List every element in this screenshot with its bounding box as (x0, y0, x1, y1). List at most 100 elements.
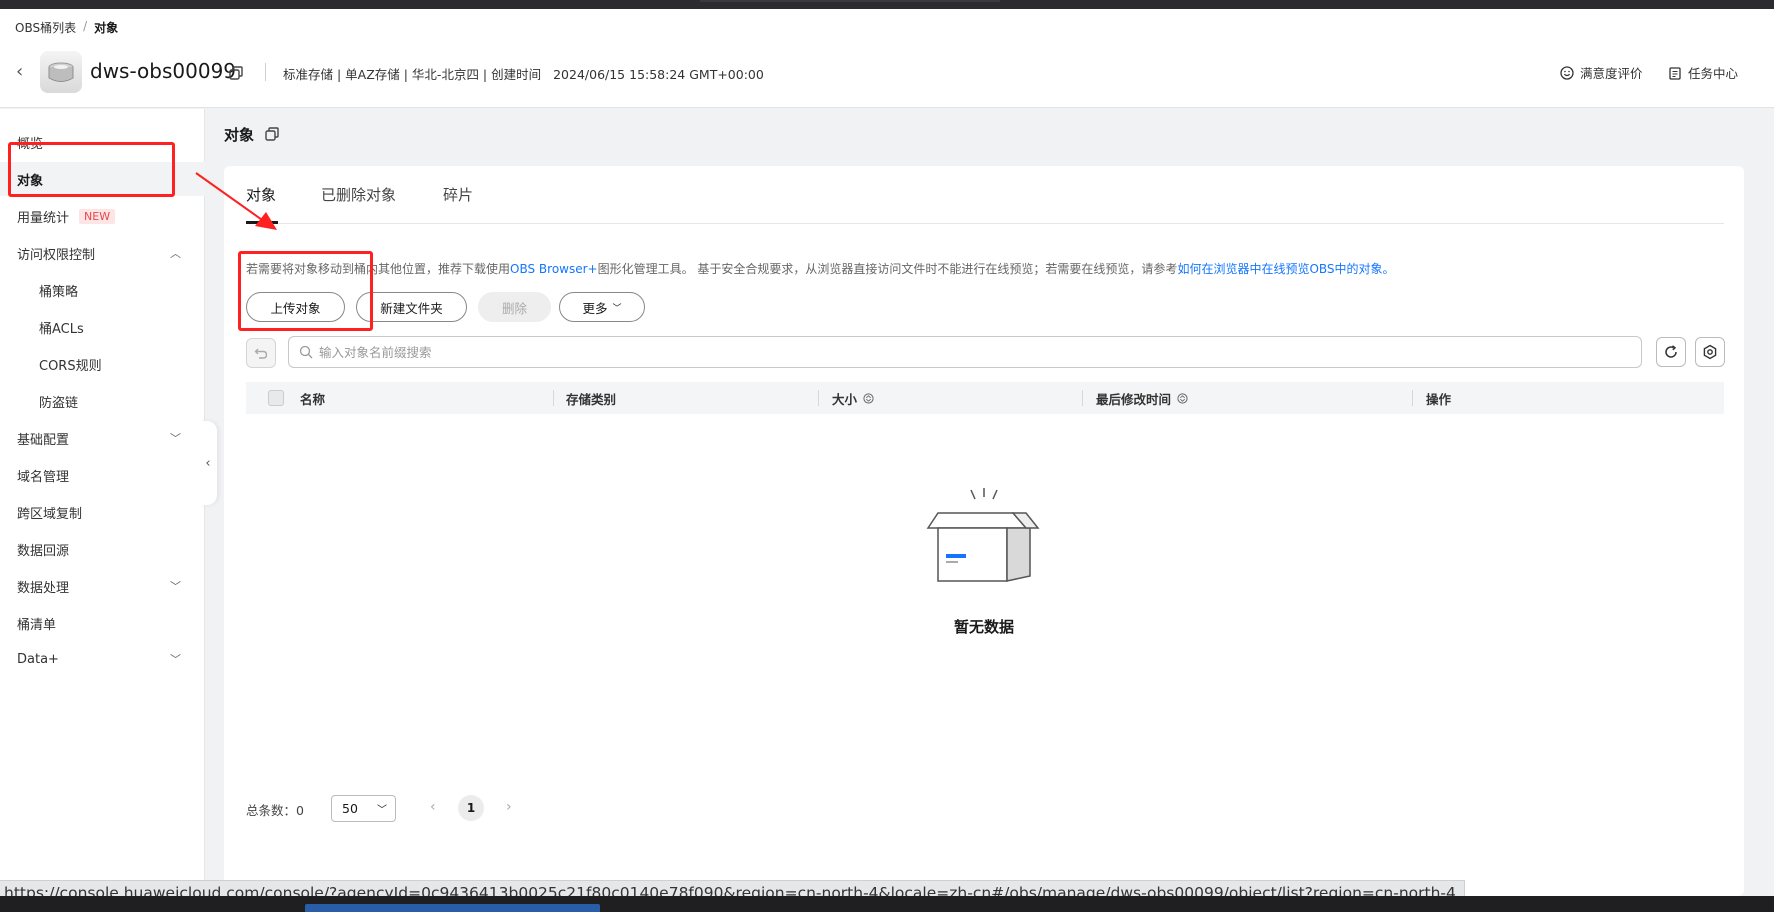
chevron-down-icon: ﹀ (377, 805, 387, 816)
next-page-icon[interactable]: › (506, 799, 512, 815)
bucket-name-title: dws-obs00099 (90, 59, 237, 83)
sidebar-item-label: 桶ACLs (39, 321, 84, 337)
notice-prefix: 若需要将对象移动到桶内其他位置，推荐下载使用 (246, 262, 511, 276)
tab-fragments[interactable]: 碎片 (443, 184, 473, 205)
bucket-meta-text: 标准存储 | 单AZ存储 | 华北-北京四 | 创建时间 (283, 67, 542, 82)
column-header-operation: 操作 (1426, 382, 1451, 414)
chevron-up-icon: ︿ (170, 247, 181, 260)
sidebar-item-bucket-acls[interactable]: 桶ACLs (0, 310, 205, 344)
more-label: 更多 (582, 300, 608, 316)
sidebar-collapse-handle[interactable]: ‹ (199, 421, 217, 505)
search-icon (299, 345, 313, 359)
table-header: 名称 存储类别 大小 最后修改时间 操作 (246, 382, 1724, 414)
back-arrow-icon[interactable]: ‹ (16, 63, 30, 81)
new-folder-label: 新建文件夹 (380, 300, 443, 316)
breadcrumb-separator: / (83, 19, 88, 33)
delete-button[interactable]: 删除 (478, 292, 551, 322)
preview-help-link[interactable]: 如何在浏览器中在线预览OBS中的对象。 (1177, 262, 1394, 276)
sidebar-item-access-control[interactable]: 访问权限控制 ︿ (0, 236, 205, 270)
total-count: 总条数：0 (246, 802, 304, 818)
sidebar-item-back-to-source[interactable]: 数据回源 (0, 532, 205, 566)
sidebar-item-data-plus[interactable]: Data+ ﹀ (0, 642, 205, 676)
browser-top-strip (0, 0, 1774, 9)
column-label: 操作 (1426, 391, 1452, 407)
column-label: 存储类别 (566, 391, 617, 407)
task-center-label: 任务中心 (1688, 66, 1739, 81)
column-header-last-modified[interactable]: 最后修改时间 (1096, 382, 1188, 414)
select-all-checkbox[interactable] (268, 390, 284, 406)
sidebar-item-label: 访问权限控制 (17, 247, 96, 263)
search-box (288, 336, 1642, 368)
sidebar-item-usage[interactable]: 用量统计 NEW (0, 199, 205, 233)
breadcrumb-root[interactable]: OBS桶列表 (15, 19, 76, 36)
column-header-size[interactable]: 大小 (832, 382, 874, 414)
sidebar-item-domain[interactable]: 域名管理 (0, 458, 205, 492)
sidebar-item-hotlink[interactable]: 防盗链 (0, 384, 205, 418)
column-label: 名称 (300, 391, 326, 407)
undo-button[interactable] (246, 338, 276, 368)
refresh-button[interactable] (1656, 337, 1686, 367)
breadcrumb-current: 对象 (94, 21, 119, 35)
sidebar-item-bucket-policy[interactable]: 桶策略 (0, 273, 205, 307)
sidebar-item-label: 防盗链 (39, 395, 79, 411)
chevron-down-icon: ﹀ (170, 580, 181, 593)
column-divider (553, 390, 554, 406)
delete-label: 删除 (501, 300, 527, 316)
chevron-left-icon: ‹ (205, 455, 211, 471)
bucket-meta: 标准存储 | 单AZ存储 | 华北-北京四 | 创建时间 2024/06/15 … (283, 64, 764, 83)
browser-tab-hint (700, 0, 1000, 2)
sidebar-item-label: 数据处理 (17, 580, 70, 596)
copy-icon[interactable] (228, 65, 244, 81)
page-size-select[interactable]: 50 ﹀ (331, 795, 396, 822)
objects-card: 对象 已删除对象 碎片 若需要将对象移动到桶内其他位置，推荐下载使用OBS Br… (224, 166, 1744, 896)
sidebar-item-objects[interactable]: 对象 (0, 162, 205, 196)
more-button[interactable]: 更多 ﹀ (559, 292, 645, 322)
sidebar-item-label: 数据回源 (17, 543, 70, 559)
sidebar-item-basic-config[interactable]: 基础配置 ﹀ (0, 421, 205, 455)
sidebar-item-data-processing[interactable]: 数据处理 ﹀ (0, 569, 205, 603)
sort-icon (863, 392, 874, 404)
sidebar-item-label: 跨区域复制 (17, 506, 83, 522)
breadcrumb: OBS桶列表 / 对象 (15, 19, 118, 36)
sidebar-item-label: 基础配置 (17, 432, 70, 448)
bucket-created-time: 2024/06/15 15:58:24 GMT+00:00 (553, 67, 764, 82)
task-center-link[interactable]: 任务中心 (1668, 63, 1738, 82)
settings-button[interactable] (1695, 337, 1725, 367)
sidebar-item-inventory[interactable]: 桶清单 (0, 606, 205, 640)
column-divider (1412, 390, 1413, 406)
taskbar-strip (0, 896, 1774, 912)
prev-page-icon[interactable]: ‹ (430, 799, 436, 815)
column-divider (1082, 390, 1083, 406)
sidebar-item-cross-region[interactable]: 跨区域复制 (0, 495, 205, 529)
empty-message: 暂无数据 (953, 618, 1014, 636)
taskbar-active-item[interactable] (305, 904, 600, 912)
browser-status-url: https://console.huaweicloud.com/console/… (0, 880, 1465, 896)
upload-object-button[interactable]: 上传对象 (246, 292, 345, 322)
page-number-current[interactable]: 1 (458, 795, 484, 821)
task-clipboard-icon (1669, 66, 1681, 80)
search-input[interactable] (319, 344, 1641, 360)
copy-icon[interactable] (264, 126, 280, 142)
sidebar: 概览 对象 用量统计 NEW 访问权限控制 ︿ 桶策略 桶ACLs CORS规则 防… (0, 109, 205, 896)
feedback-link[interactable]: 满意度评价 (1560, 63, 1643, 82)
column-divider (818, 390, 819, 406)
tab-deleted-objects[interactable]: 已删除对象 (321, 184, 396, 205)
new-folder-button[interactable]: 新建文件夹 (356, 292, 467, 322)
sidebar-item-overview[interactable]: 概览 (0, 125, 205, 159)
sidebar-item-label: CORS规则 (39, 358, 102, 374)
tab-bar: 对象 已删除对象 碎片 (246, 166, 1724, 224)
smile-icon (1560, 65, 1574, 80)
sidebar-item-label: 用量统计 (17, 210, 70, 226)
refresh-icon (1665, 345, 1677, 358)
gear-icon (1703, 344, 1717, 360)
obs-browser-link[interactable]: OBS Browser+ (510, 262, 598, 276)
notice-middle: 图形化管理工具。 基于安全合规要求，从浏览器直接访问文件时不能进行在线预览；若需… (597, 262, 1178, 276)
notice-text: 若需要将对象移动到桶内其他位置，推荐下载使用OBS Browser+图形化管理工… (246, 260, 1395, 277)
bucket-icon (40, 51, 82, 93)
chevron-down-icon: ﹀ (612, 303, 622, 314)
sidebar-item-label: 桶策略 (39, 284, 79, 300)
page-header: OBS桶列表 / 对象 ‹ dws-obs00099 标准存储 | 单AZ存储 … (0, 9, 1774, 108)
upload-label: 上传对象 (270, 300, 321, 316)
sidebar-item-cors[interactable]: CORS规则 (0, 347, 205, 381)
annotation-arrow (195, 172, 277, 230)
